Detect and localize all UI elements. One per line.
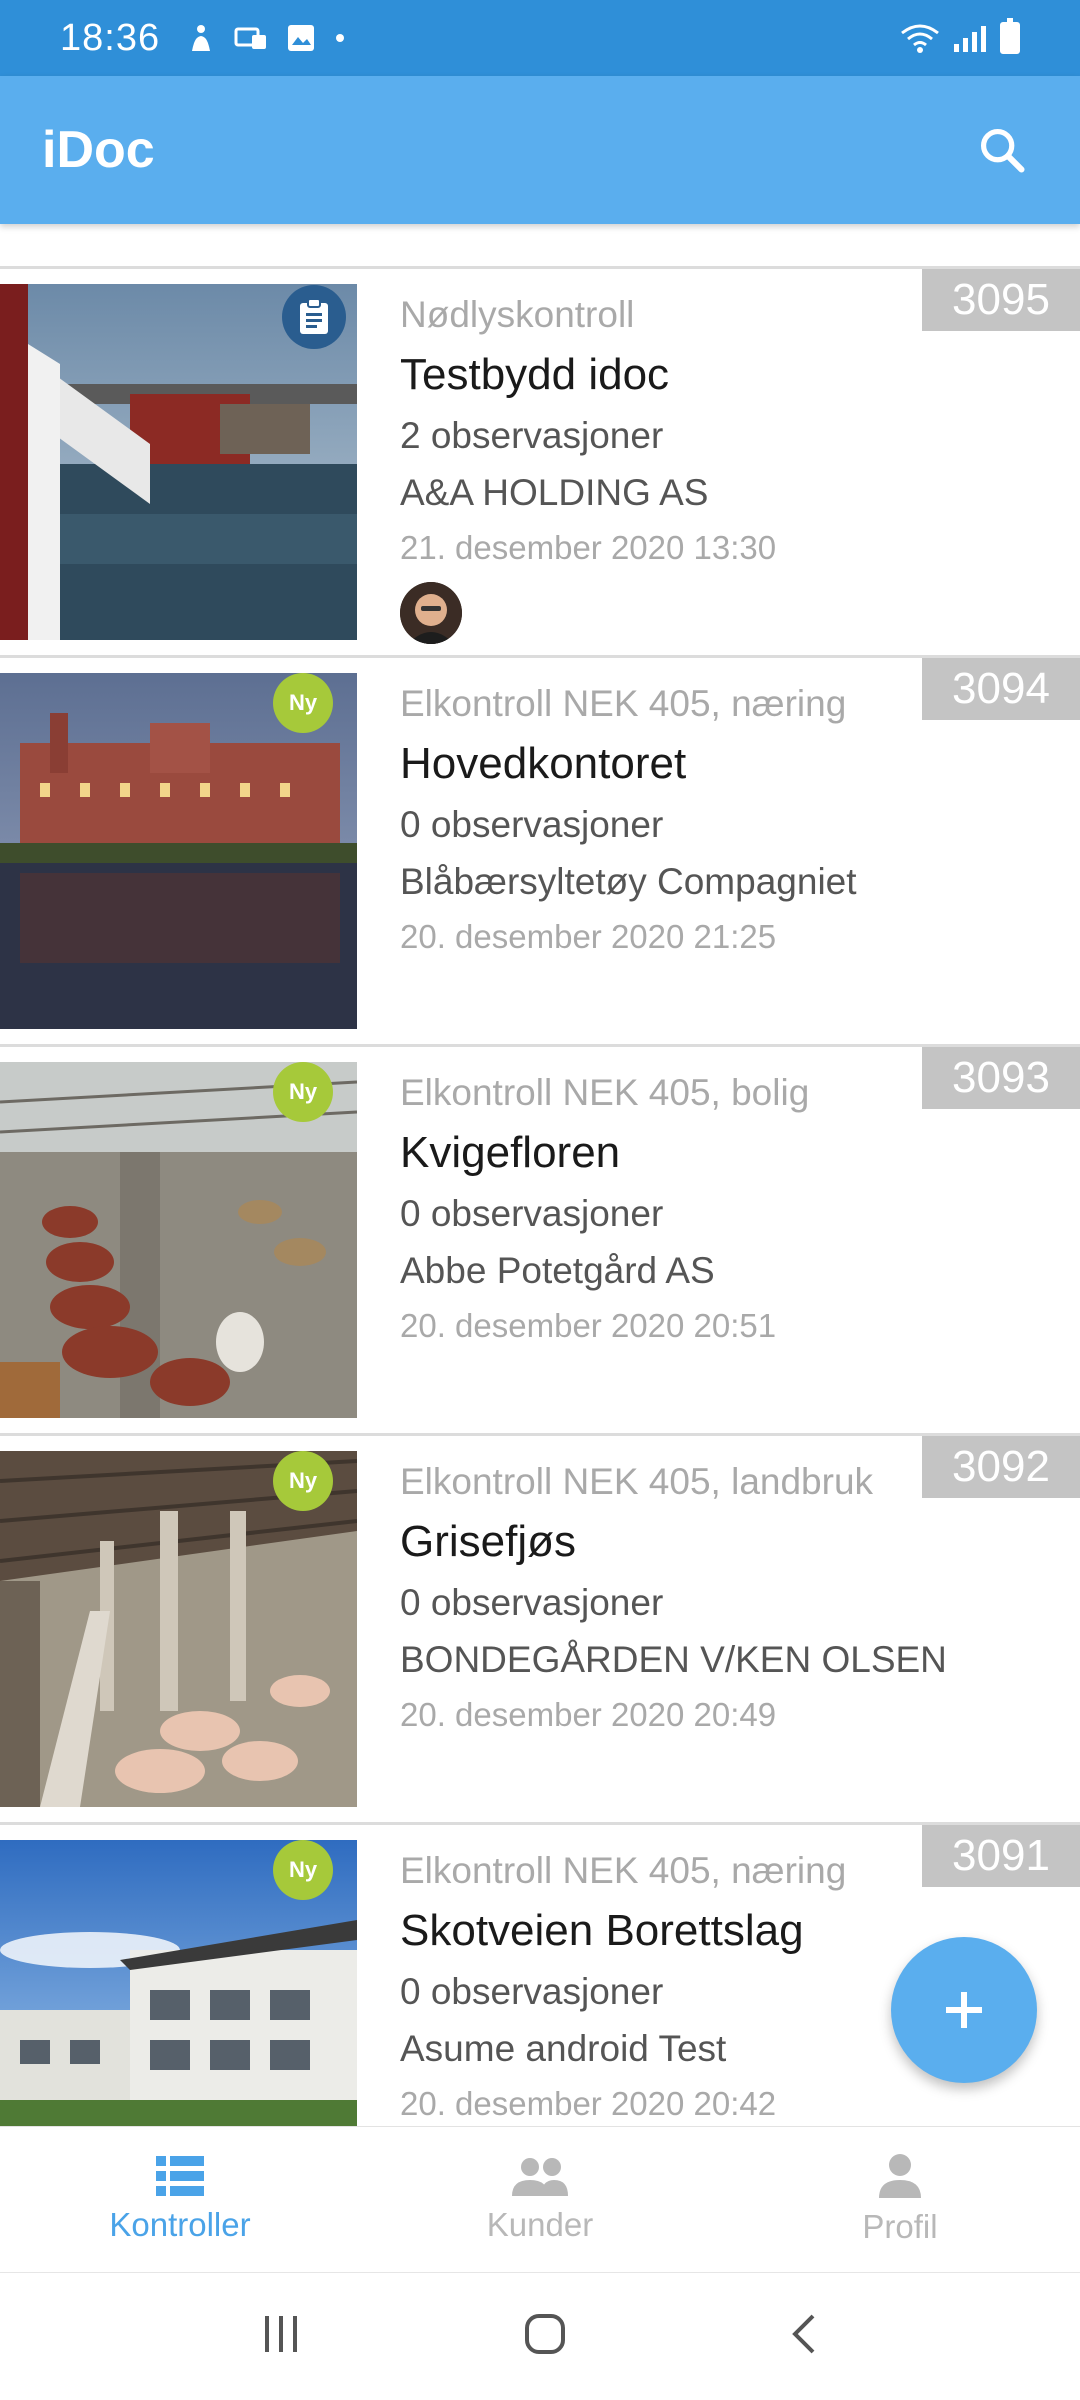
list-item[interactable]: Ny 3093 Elkontroll NEK 405, bolig Kvigef… [0, 1044, 1080, 1433]
nav-kunder[interactable]: Kunder [360, 2127, 720, 2272]
recent-apps-button[interactable] [261, 2314, 301, 2359]
wifi-icon [901, 24, 939, 53]
item-text: Elkontroll NEK 405, bolig Kvigefloren 0 … [400, 1065, 1060, 1353]
accessibility-icon [192, 25, 211, 51]
control-list: 3095 Nødlyskontroll Testbydd idoc 2 obse… [0, 266, 1080, 2211]
new-badge: Ny [273, 1451, 333, 1511]
list-item[interactable]: Ny 3094 Elkontroll NEK 405, næring Hoved… [0, 655, 1080, 1044]
item-observations: 0 observasjoner [400, 1582, 664, 1623]
new-badge: Ny [273, 1840, 333, 1900]
app-title: iDoc [42, 121, 155, 179]
recents-icon [265, 2316, 297, 2352]
item-text: Elkontroll NEK 405, næring Hovedkontoret… [400, 676, 1060, 964]
search-button[interactable] [966, 114, 1038, 186]
battery-icon [1000, 18, 1020, 54]
signal-icon [954, 24, 986, 52]
image-icon [288, 25, 315, 51]
list-item[interactable]: Ny 3092 Elkontroll NEK 405, landbruk Gri… [0, 1433, 1080, 1822]
item-text: Elkontroll NEK 405, landbruk Grisefjøs 0… [400, 1454, 1060, 1742]
system-icons [900, 18, 1020, 54]
dot-icon [336, 34, 345, 42]
back-button[interactable] [789, 2312, 819, 2361]
list-item[interactable]: 3095 Nødlyskontroll Testbydd idoc 2 obse… [0, 266, 1080, 655]
item-title: Kvigefloren [400, 1128, 621, 1177]
item-category: Elkontroll NEK 405, landbruk [400, 1461, 874, 1502]
item-category: Nødlyskontroll [400, 294, 635, 335]
item-title: Grisefjøs [400, 1517, 576, 1566]
system-navigation-bar [0, 2272, 1080, 2400]
new-badge: Ny [273, 1062, 333, 1122]
person-icon [879, 2153, 921, 2198]
item-category: Elkontroll NEK 405, næring [400, 1850, 847, 1891]
nav-label: Kontroller [109, 2205, 251, 2243]
add-control-button[interactable] [891, 1937, 1037, 2083]
avatar [400, 582, 462, 644]
people-icon [512, 2157, 568, 2196]
clipboard-icon [282, 285, 346, 349]
search-icon [980, 128, 1025, 173]
new-badge: Ny [273, 673, 333, 733]
nav-label: Kunder [486, 2205, 594, 2243]
item-observations: 0 observasjoner [400, 804, 664, 845]
item-date: 20. desember 2020 21:25 [400, 918, 777, 955]
item-text: Nødlyskontroll Testbydd idoc 2 observasj… [400, 287, 1060, 575]
item-category: Elkontroll NEK 405, næring [400, 683, 847, 724]
bottom-navigation: Kontroller Kunder Profil [0, 2126, 1080, 2272]
nav-label: Profil [862, 2207, 938, 2245]
list-icon [156, 2155, 204, 2196]
nav-profil[interactable]: Profil [720, 2127, 1080, 2272]
item-customer: Blåbærsyltetøy Compagniet [400, 861, 857, 902]
nav-kontroller[interactable]: Kontroller [0, 2127, 360, 2272]
notification-icons [186, 23, 346, 53]
item-customer: A&A HOLDING AS [400, 472, 709, 513]
home-button[interactable] [523, 2312, 567, 2361]
item-observations: 2 observasjoner [400, 415, 664, 456]
item-date: 21. desember 2020 13:30 [400, 529, 777, 566]
item-date: 20. desember 2020 20:42 [400, 2085, 777, 2122]
back-icon [792, 2314, 815, 2354]
status-bar: 18:36 [0, 0, 1080, 76]
item-category: Elkontroll NEK 405, bolig [400, 1072, 810, 1113]
item-customer: BONDEGÅRDEN V/KEN OLSEN [400, 1639, 947, 1680]
item-observations: 0 observasjoner [400, 1193, 664, 1234]
item-title: Hovedkontoret [400, 739, 687, 788]
item-date: 20. desember 2020 20:51 [400, 1307, 777, 1344]
plus-icon [946, 1992, 982, 2028]
item-customer: Abbe Potetgård AS [400, 1250, 715, 1291]
app-bar: iDoc [0, 76, 1080, 224]
item-title: Testbydd idoc [400, 350, 670, 399]
status-time: 18:36 [60, 16, 161, 59]
network-icon [234, 27, 267, 49]
home-icon [525, 2314, 565, 2354]
item-date: 20. desember 2020 20:49 [400, 1696, 777, 1733]
